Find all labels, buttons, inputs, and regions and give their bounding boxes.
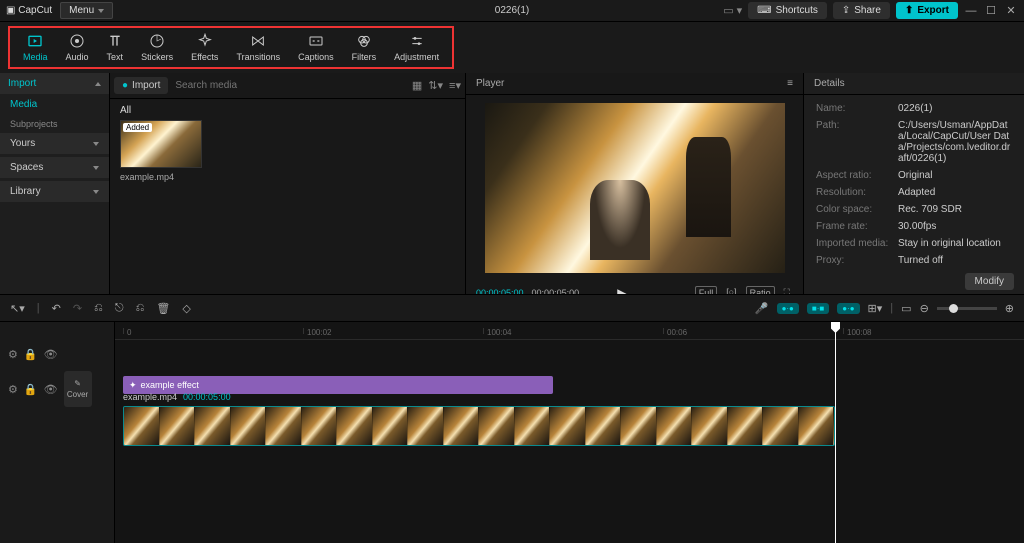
details-title: Details bbox=[814, 78, 845, 89]
detail-row: Color space:Rec. 709 SDR bbox=[816, 204, 1012, 215]
sort-icon[interactable]: ⇅▾ bbox=[428, 79, 443, 92]
grid-view-icon[interactable]: ▦ bbox=[412, 79, 422, 92]
effect-track-header[interactable]: ⚙ 🔒 👁 bbox=[0, 342, 114, 366]
undo-icon[interactable]: ↶ bbox=[52, 302, 61, 315]
fx-clip-icon: ✦ bbox=[129, 380, 137, 391]
lock-icon[interactable]: 🔒 bbox=[24, 348, 38, 361]
split-icon[interactable]: ⎌ bbox=[94, 302, 103, 315]
lock-icon[interactable]: 🔒 bbox=[24, 383, 38, 396]
timeline-toolbar: ↖▾ | ↶ ↷ ⎌ ⎋ ⎌ 🗑 ◇ 🎤 ●·● ■·■ ●·● ⊞▾ | ▭ … bbox=[0, 294, 1024, 322]
detail-row: Frame rate:30.00fps bbox=[816, 221, 1012, 232]
cover-button[interactable]: ✎Cover bbox=[64, 371, 92, 407]
detail-row: Resolution:Adapted bbox=[816, 187, 1012, 198]
playhead[interactable] bbox=[835, 322, 836, 543]
minimize-icon[interactable]: — bbox=[964, 5, 978, 17]
media-panel: ●Import ▦ ⇅▾ ≡▾ All Added example.mp4 bbox=[110, 73, 465, 294]
pill-3[interactable]: ●·● bbox=[837, 303, 859, 314]
filter-icon[interactable]: ≡▾ bbox=[449, 79, 461, 92]
preview-icon[interactable]: ▭ bbox=[901, 302, 911, 315]
track-opts-icon[interactable]: ⊞▾ bbox=[868, 302, 883, 315]
pill-2[interactable]: ■·■ bbox=[807, 303, 829, 314]
split-left-icon[interactable]: ⎋ bbox=[115, 302, 124, 315]
pill-1[interactable]: ●·● bbox=[777, 303, 799, 314]
detail-row: Path:C:/Users/Usman/AppData/Local/CapCut… bbox=[816, 120, 1012, 164]
app-logo: ▣ CapCut bbox=[6, 5, 52, 16]
detail-row: Aspect ratio:Original bbox=[816, 170, 1012, 181]
sidebar-item-spaces[interactable]: Spaces bbox=[0, 157, 109, 178]
menu-button[interactable]: Menu bbox=[60, 2, 113, 19]
detail-row: Name:0226(1) bbox=[816, 103, 1012, 114]
maximize-icon[interactable]: ☐ bbox=[984, 4, 998, 17]
player-panel: Player≡ 00:00:05:00 00:00:05:00 ▶ Full [… bbox=[465, 73, 804, 294]
fx-icon: ⚙ bbox=[8, 348, 18, 361]
sidebar: Import Media Subprojects Yours Spaces Li… bbox=[0, 73, 110, 294]
timeline: ⚙ 🔒 👁 ⚙ 🔒 👁 ✎Cover 0100:02100:0400:06100… bbox=[0, 322, 1024, 543]
delete-icon[interactable]: 🗑 bbox=[156, 302, 170, 315]
pointer-icon[interactable]: ↖▾ bbox=[10, 302, 25, 315]
tool-stickers[interactable]: Stickers bbox=[132, 30, 182, 65]
shortcuts-button[interactable]: ⌨ Shortcuts bbox=[748, 2, 827, 19]
zoom-slider[interactable] bbox=[937, 307, 997, 310]
close-icon[interactable]: ✕ bbox=[1004, 4, 1018, 17]
added-badge: Added bbox=[123, 123, 152, 132]
tool-effects[interactable]: Effects bbox=[182, 30, 227, 65]
sidebar-import[interactable]: Import bbox=[0, 73, 109, 94]
import-button[interactable]: ●Import bbox=[114, 77, 168, 94]
video-clip[interactable] bbox=[123, 406, 835, 446]
main-toolbar: Media Audio Text Stickers Effects Transi… bbox=[0, 22, 1024, 73]
media-clip[interactable]: Added example.mp4 bbox=[120, 120, 202, 182]
tool-text[interactable]: Text bbox=[98, 30, 133, 65]
tool-transitions[interactable]: Transitions bbox=[227, 30, 289, 65]
layout-icon[interactable]: ▭ ▾ bbox=[723, 4, 742, 17]
tool-filters[interactable]: Filters bbox=[343, 30, 386, 65]
tab-all[interactable]: All bbox=[120, 105, 455, 116]
share-button[interactable]: ⇪ Share bbox=[833, 2, 890, 19]
tool-media[interactable]: Media bbox=[14, 30, 57, 65]
tool-audio[interactable]: Audio bbox=[57, 30, 98, 65]
video-track-header[interactable]: ⚙ 🔒 👁 ✎Cover bbox=[0, 366, 114, 412]
export-button[interactable]: ⬆ Export bbox=[896, 2, 958, 19]
eye-icon[interactable]: 👁 bbox=[44, 348, 58, 361]
marker-icon[interactable]: ◇ bbox=[182, 302, 190, 315]
redo-icon[interactable]: ↷ bbox=[73, 302, 82, 315]
eye-icon[interactable]: 👁 bbox=[44, 383, 58, 396]
detail-row: Imported media:Stay in original location bbox=[816, 238, 1012, 249]
search-input[interactable] bbox=[172, 77, 408, 94]
project-title: 0226(1) bbox=[495, 5, 529, 16]
time-ruler[interactable]: 0100:02100:0400:06100:08 bbox=[115, 322, 1024, 340]
details-panel: Details Name:0226(1) Path:C:/Users/Usman/… bbox=[804, 73, 1024, 294]
video-preview[interactable] bbox=[485, 103, 785, 273]
clip-name: example.mp4 bbox=[120, 172, 202, 182]
tool-adjustment[interactable]: Adjustment bbox=[385, 30, 448, 65]
sidebar-item-media[interactable]: Media bbox=[0, 94, 109, 115]
sidebar-item-library[interactable]: Library bbox=[0, 181, 109, 202]
sidebar-item-yours[interactable]: Yours bbox=[0, 133, 109, 154]
clip-label: example.mp400:00:05:00 bbox=[123, 392, 231, 402]
titlebar: ▣ CapCut Menu 0226(1) ▭ ▾ ⌨ Shortcuts ⇪ … bbox=[0, 0, 1024, 22]
tool-captions[interactable]: Captions bbox=[289, 30, 343, 65]
zoom-out-icon[interactable]: ⊖ bbox=[920, 302, 929, 315]
modify-button[interactable]: Modify bbox=[965, 273, 1014, 290]
fx-icon: ⚙ bbox=[8, 383, 18, 396]
mic-icon[interactable]: 🎤 bbox=[755, 302, 769, 315]
sidebar-item-subprojects[interactable]: Subprojects bbox=[0, 115, 109, 133]
player-menu-icon[interactable]: ≡ bbox=[787, 78, 793, 89]
split-right-icon[interactable]: ⎌ bbox=[136, 302, 145, 315]
player-title: Player bbox=[476, 78, 504, 89]
zoom-in-icon[interactable]: ⊕ bbox=[1005, 302, 1014, 315]
detail-row: Proxy:Turned off bbox=[816, 255, 1012, 266]
